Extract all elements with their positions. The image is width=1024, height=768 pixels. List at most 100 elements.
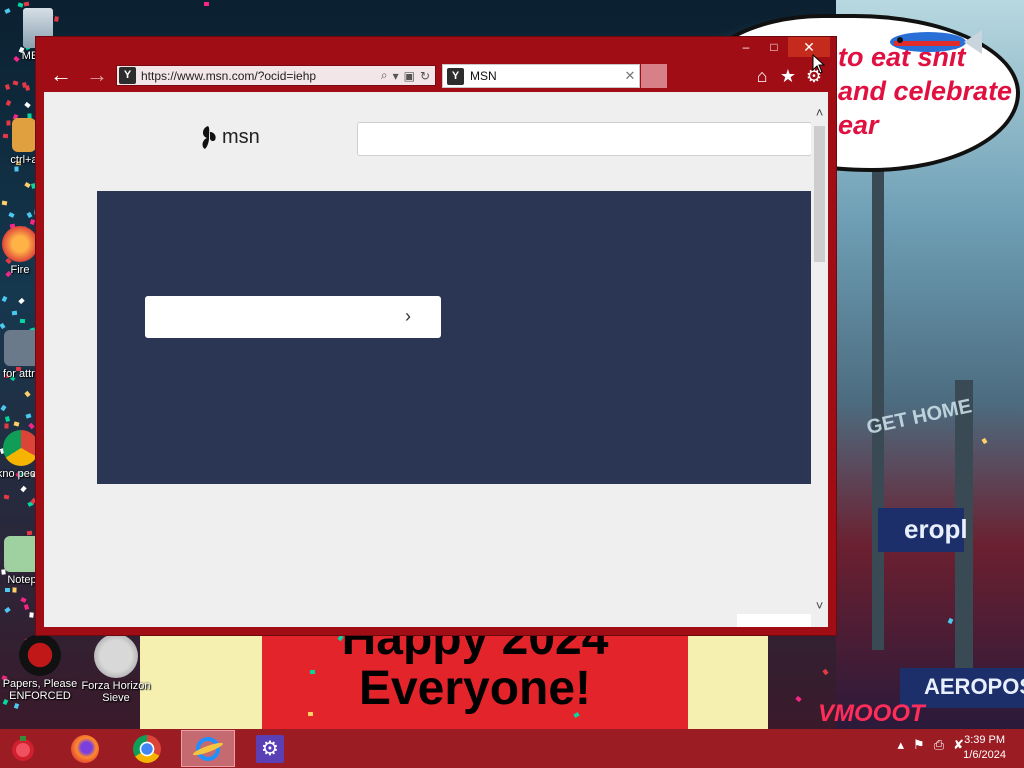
confetti-piece [5,587,11,592]
wallpaper-banner-side [140,630,262,730]
scroll-down-icon[interactable]: ˅ [811,597,828,614]
desktop-icon-forza[interactable]: Forza Horizon Sieve [78,634,154,704]
clock-time: 3:39 PM [964,734,1006,746]
confetti-piece [4,416,10,422]
forward-button[interactable]: → [84,64,110,88]
confetti-piece [14,166,19,172]
confetti-piece [11,311,18,316]
tab-title: MSN [470,69,497,83]
confetti-piece [24,85,30,92]
page-viewport: msn › ˄ ˅ [44,92,828,627]
search-input[interactable] [357,122,812,156]
confetti-piece [309,669,316,675]
confetti-piece [20,597,28,604]
confetti-piece [24,101,31,108]
confetti-piece [24,390,31,398]
game-icon [19,634,61,676]
refresh-icon[interactable]: ↻ [420,69,430,83]
taskbar-firefox[interactable] [58,730,112,767]
maximize-button[interactable]: □ [760,37,788,57]
wallpaper-banner-side [688,630,768,730]
confetti-piece [18,297,25,304]
confetti-piece [29,218,35,225]
confetti-piece [28,422,35,429]
confetti-piece [23,604,30,611]
confetti-piece [29,612,34,618]
action-center-flag-icon[interactable]: ⚑ [913,737,925,753]
clock-date: 1/6/2024 [963,749,1006,761]
taskbar-chrome[interactable] [120,730,174,767]
favorites-star-icon[interactable]: ★ [778,64,798,88]
confetti-piece [4,423,9,429]
scroll-up-icon[interactable]: ˄ [811,104,828,121]
confetti-piece [8,212,15,219]
desktop-icon-papers-please[interactable]: Papers, Please ENFORCED [2,634,78,702]
confetti-piece [203,2,209,7]
settings-icon: ⚙ [256,734,284,763]
taskbar-internet-explorer[interactable] [181,730,235,767]
confetti-piece [27,530,33,536]
confetti-piece [5,99,12,107]
new-tab-button[interactable] [641,64,667,88]
desktop-icon-label: Fire [10,264,30,276]
confetti-piece [13,702,20,709]
chrome-icon [3,430,39,466]
confetti-piece [794,695,802,703]
desktop-icon-label: Papers, Please ENFORCED [2,678,78,702]
confetti-piece [1,200,8,206]
navigation-bar: ← → Y https://www.msn.com/?ocid=iehp ⌕ ▾… [44,63,828,89]
vertical-scrollbar[interactable]: ˄ ˅ [811,92,828,627]
tab-close-icon[interactable]: ✕ [621,68,639,84]
confetti-piece [12,80,19,86]
confetti-piece [0,404,7,412]
confetti-piece [4,83,11,90]
desktop-icon-label: Forza Horizon Sieve [81,680,151,704]
tab-msn[interactable]: Y MSN ✕ [442,64,640,88]
hero-banner: › [97,191,811,484]
confetti-piece [822,668,829,676]
system-tray: ▴ ⚑ ⎙ ✘ [898,737,965,753]
notepad-icon [4,536,40,572]
firefox-icon [2,226,38,262]
search-icon[interactable]: ⌕ [381,68,388,83]
dropdown-icon[interactable]: ▾ [393,69,399,83]
hero-action-button[interactable]: › [145,296,441,338]
confetti-piece [20,486,28,493]
msn-logo[interactable]: msn [199,124,260,150]
confetti-piece [12,587,18,593]
minimize-button[interactable]: – [732,37,760,57]
taskbar-clock[interactable]: 3:39 PM 1/6/2024 [963,733,1006,763]
settings-icon [4,330,40,366]
network-icon[interactable]: ⎙ [934,737,944,753]
confetti-piece [13,421,20,427]
msn-butterfly-icon [202,126,216,149]
feedback-tile[interactable] [737,614,811,627]
confetti-piece [307,711,314,716]
taskbar-settings[interactable]: ⚙ [243,730,297,767]
shortcut-icon [12,118,36,152]
msn-logo-text: msn [222,125,260,148]
confetti-piece [0,323,6,330]
flash-icon [94,634,138,678]
confetti-piece [26,211,33,219]
confetti-piece [25,413,32,419]
address-url[interactable]: https://www.msn.com/?ocid=iehp [141,69,381,83]
desktop-icon-label: ctrl+a [10,154,38,166]
wallpaper-pole [872,170,884,650]
browser-window[interactable]: – □ ✕ ← → Y https://www.msn.com/?ocid=ie… [36,37,836,635]
internet-explorer-icon [191,735,225,763]
wallpaper-watermark: VMOOOT [818,700,925,727]
chevron-right-icon: › [405,306,411,326]
firefox-icon [71,734,99,763]
confetti-piece [1,295,8,302]
show-hidden-icons-icon[interactable]: ▴ [898,737,905,753]
start-button[interactable] [6,732,40,766]
back-button[interactable]: ← [48,64,74,88]
address-bar[interactable]: Y https://www.msn.com/?ocid=iehp ⌕ ▾ ▣ ↻ [116,65,436,86]
address-tools: ⌕ ▾ ▣ ↻ [381,68,430,83]
mouse-cursor-icon [812,54,826,74]
chrome-icon [133,734,161,763]
home-icon[interactable]: ⌂ [752,64,772,88]
lock-icon[interactable]: ▣ [404,69,415,83]
scrollbar-thumb[interactable] [814,126,825,262]
